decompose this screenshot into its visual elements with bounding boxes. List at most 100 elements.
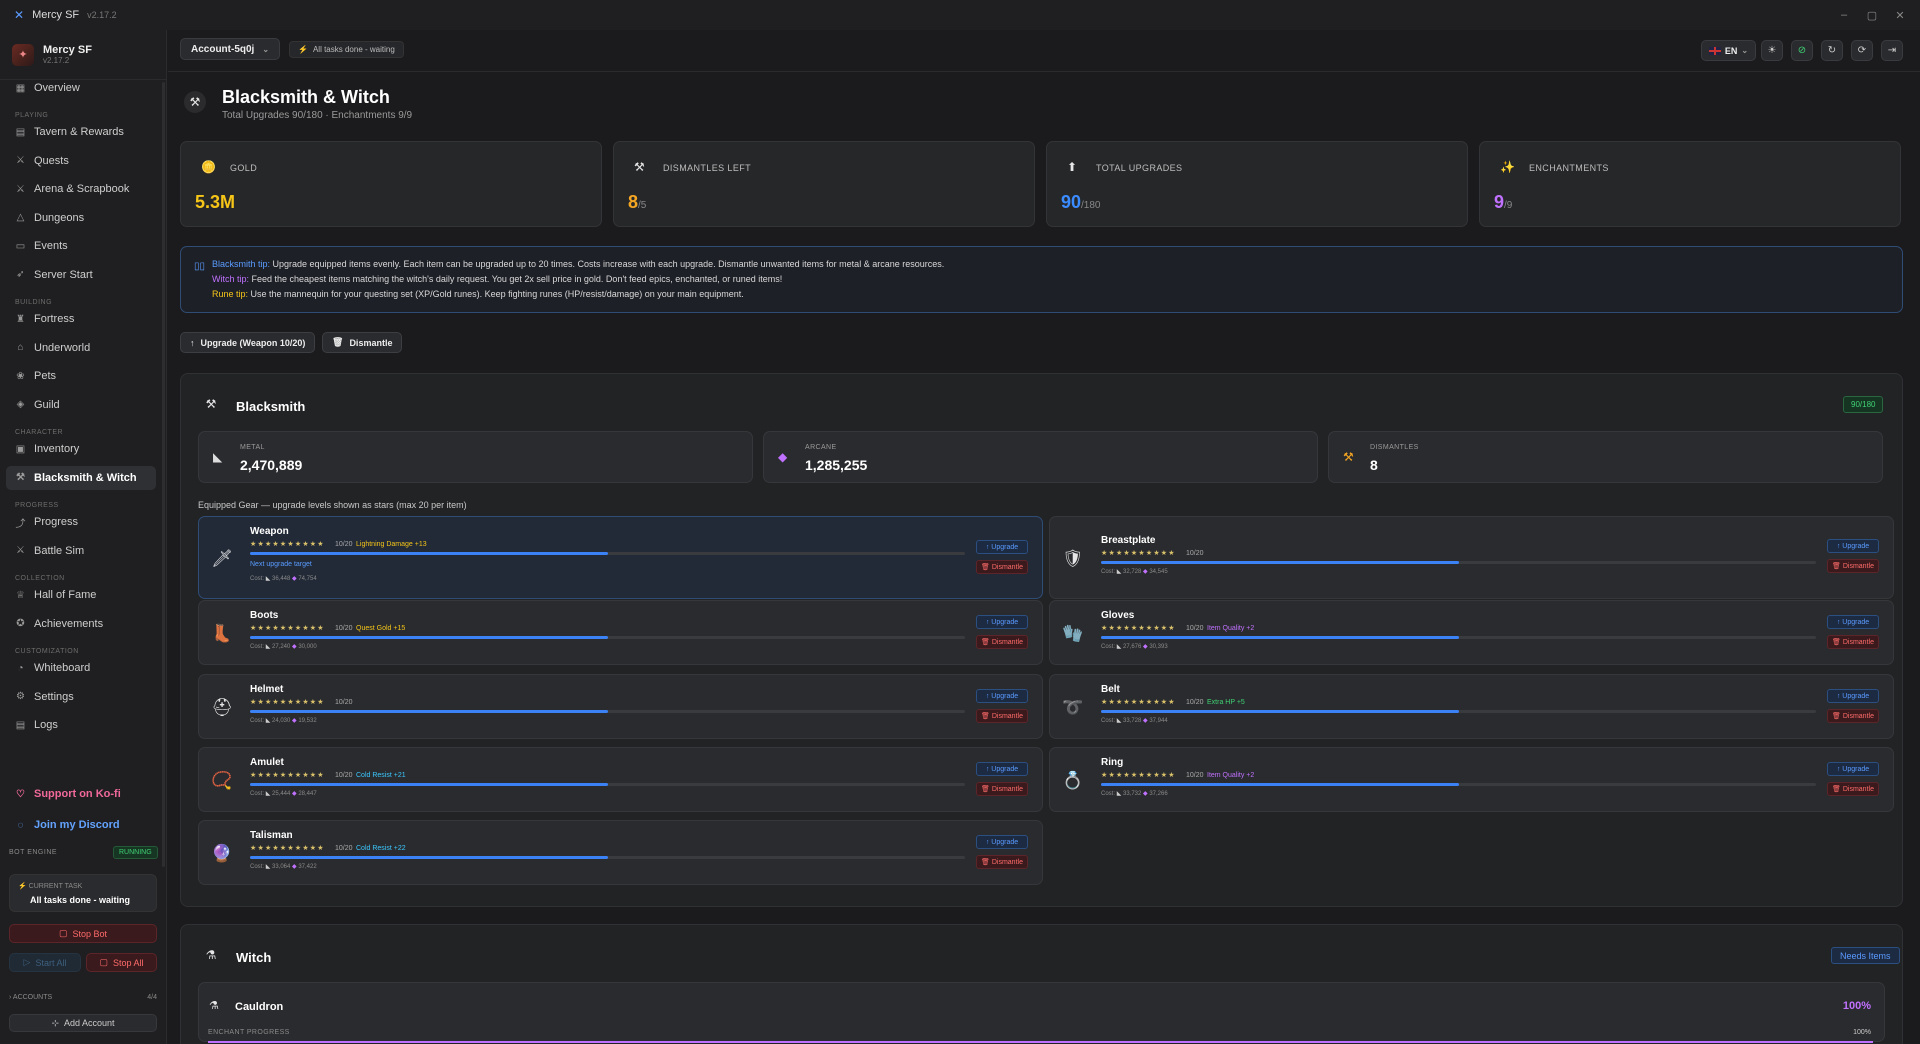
gear-item-gloves[interactable]: 🧤 Gloves ★★★★★★★★★★ 10/20 Item Quality +2 Cos… [1049, 600, 1894, 665]
metal-icon: ◣ [265, 718, 271, 724]
gear-item-breastplate[interactable]: 🛡 Breastplate ★★★★★★★★★★ 10/20 Cost: ◣ 32,72… [1049, 516, 1894, 599]
gear-item-weapon[interactable]: 🗡 Weapon ★★★★★★★★★★ 10/20 Lightning Damage +… [198, 516, 1043, 599]
stop-icon: ▢ [58, 928, 68, 938]
witch-panel: ⚗ Witch Needs Items ⚗ Cauldron 100% ENCH… [180, 924, 1903, 1044]
current-task-value: All tasks done - waiting [30, 895, 131, 905]
sidebar-item-whiteboard[interactable]: ◔ Whiteboard [6, 656, 156, 680]
support-kofi-link[interactable]: ♡ Support on Ko-fi [6, 782, 156, 806]
blacksmith-title: Blacksmith [236, 399, 306, 414]
sidebar-item-achievements[interactable]: ✪ Achievements [6, 612, 156, 636]
upgrade-item-button[interactable]: ↑ Upgrade [976, 540, 1028, 554]
minimize-button[interactable]: – [1831, 0, 1857, 30]
dismantle-item-button[interactable]: 🗑 Dismantle [976, 709, 1028, 723]
sidebar-item-underworld[interactable]: ⌂ Underworld [6, 336, 156, 360]
dismantle-item-button[interactable]: 🗑 Dismantle [976, 560, 1028, 574]
play-icon: ▷ [23, 957, 31, 967]
sidebar-item-logs[interactable]: ▤ Logs [6, 713, 156, 737]
add-account-button[interactable]: ⊹ Add Account [9, 1014, 157, 1032]
upgrade-progress-bar [1101, 710, 1816, 713]
gear-item-belt[interactable]: ➰ Belt ★★★★★★★★★★ 10/20 Extra HP +5 Cost: ◣ 3… [1049, 674, 1894, 739]
visibility-toggle-button[interactable]: ⊘ [1791, 40, 1813, 61]
enchant-progress-bar [208, 1041, 1873, 1043]
upgrade-item-button[interactable]: ↑ Upgrade [976, 615, 1028, 629]
activity-icon: ⚡ [18, 883, 27, 890]
upgrade-cost: Cost: ◣ 36,448 ◆ 74,754 [250, 576, 317, 582]
theme-toggle-button[interactable]: ☀ [1761, 40, 1783, 61]
sidebar-item-dungeons[interactable]: △ Dungeons [6, 206, 156, 230]
upgrade-item-button[interactable]: ↑ Upgrade [976, 689, 1028, 703]
dismantle-item-button[interactable]: 🗑 Dismantle [1827, 559, 1879, 573]
stop-all-button[interactable]: ▢ Stop All [86, 953, 157, 972]
account-select[interactable]: Account-5q0j ⌄ [180, 38, 281, 60]
sidebar-item-events[interactable]: ▭ Events [6, 234, 156, 258]
gear-item-talisman[interactable]: 🔮 Talisman ★★★★★★★★★★ 10/20 Cold Resist +22 C… [198, 820, 1043, 885]
upgrade-cost: Cost: ◣ 32,728 ◆ 34,545 [1101, 569, 1168, 575]
blacksmith-panel: ⚒ Blacksmith 90/180 ◣ METAL 2,470,889 ◆ ARCA… [180, 373, 1903, 907]
dismantle-item-button[interactable]: 🗑 Dismantle [976, 855, 1028, 869]
accounts-row[interactable]: › ACCOUNTS 4/4 [9, 994, 157, 1001]
sidebar-item-progress[interactable]: ⤴ Progress [6, 510, 156, 534]
refresh-button[interactable]: ↻ [1821, 40, 1843, 61]
sidebar-item-battle-sim[interactable]: ⚔ Battle Sim [6, 539, 156, 563]
gear-item-boots[interactable]: 👢 Boots ★★★★★★★★★★ 10/20 Quest Gold +15 Cost:… [198, 600, 1043, 665]
upgrade-item-button[interactable]: ↑ Upgrade [1827, 615, 1879, 629]
start-all-button[interactable]: ▷ Start All [9, 953, 81, 972]
sidebar-item-guild[interactable]: ◈ Guild [6, 393, 156, 417]
upgrade-weapon-label: Upgrade (Weapon 10/20) [200, 337, 306, 348]
upgrade-item-button[interactable]: ↑ Upgrade [1827, 689, 1879, 703]
close-window-button[interactable]: ✕ [1887, 0, 1913, 30]
sidebar-item-server-start[interactable]: ➶ Server Start [6, 263, 156, 287]
logout-button[interactable]: ⇥ [1881, 40, 1903, 61]
gear-item-amulet[interactable]: 📿 Amulet ★★★★★★★★★★ 10/20 Cold Resist +21 Cos… [198, 747, 1043, 812]
sidebar-item-arena-scrapbook[interactable]: ⚔ Arena & Scrapbook [6, 177, 156, 201]
sidebar-scrollbar[interactable] [162, 82, 165, 867]
arrow-up-icon: ⬆ [1067, 160, 1078, 174]
current-task-label: ⚡ CURRENT TASK [18, 883, 83, 890]
window-title: Mercy SF [32, 9, 80, 21]
calendar-icon: ▭ [15, 240, 26, 252]
sidebar-item-fortress[interactable]: ♜ Fortress [6, 307, 156, 331]
resource-label: DISMANTLES [1370, 444, 1419, 451]
sidebar-item-hall-of-fame[interactable]: ♕ Hall of Fame [6, 583, 156, 607]
trend-icon: ⤴ [15, 518, 26, 530]
upgrade-level: 10/20 [1186, 699, 1204, 706]
sidebar-item-blacksmith-witch[interactable]: ⚒ Blacksmith & Witch [6, 465, 156, 490]
stop-bot-button[interactable]: ▢ Stop Bot [9, 924, 157, 943]
resource-value: 1,285,255 [805, 457, 868, 473]
support-kofi-label: Support on Ko-fi [34, 788, 121, 800]
upgrade-level: 10/20 [335, 699, 353, 706]
cauldron-percent: 100% [1842, 1000, 1871, 1012]
gear-item-helmet[interactable]: ⛑ Helmet ★★★★★★★★★★ 10/20 Cost: ◣ 24,030 ◆ 1… [198, 674, 1043, 739]
sidebar-item-tavern-rewards[interactable]: ▤ Tavern & Rewards [6, 120, 156, 144]
cauldron-icon: ⚗ [205, 948, 217, 962]
dismantle-button[interactable]: 🗑 Dismantle [322, 332, 403, 353]
sidebar-item-pets[interactable]: ❀ Pets [6, 364, 156, 388]
upgrade-item-button[interactable]: ↑ Upgrade [976, 835, 1028, 849]
activity-icon: ⚡ [298, 45, 308, 54]
upgrade-item-button[interactable]: ↑ Upgrade [976, 762, 1028, 776]
language-select[interactable]: EN ⌄ [1701, 40, 1756, 61]
sidebar-item-overview[interactable]: ▦ Overview [6, 76, 156, 100]
minimize-icon: – [1840, 9, 1848, 21]
join-discord-link[interactable]: ◌ Join my Discord [6, 813, 156, 837]
gear-item-ring[interactable]: 💍 Ring ★★★★★★★★★★ 10/20 Item Quality +2 Cost:… [1049, 747, 1894, 812]
dismantle-item-button[interactable]: 🗑 Dismantle [976, 635, 1028, 649]
sidebar-item-quests[interactable]: ⚔ Quests [6, 149, 156, 173]
sync-button[interactable]: ⟳ [1851, 40, 1873, 61]
upgrade-item-button[interactable]: ↑ Upgrade [1827, 762, 1879, 776]
dismantle-item-button[interactable]: 🗑 Dismantle [1827, 635, 1879, 649]
witch-badge[interactable]: Needs Items [1831, 947, 1900, 964]
castle-icon: ♜ [16, 313, 25, 325]
upgrade-progress-fill [1101, 783, 1459, 786]
dismantle-item-button[interactable]: 🗑 Dismantle [976, 782, 1028, 796]
sidebar-item-inventory[interactable]: ▣ Inventory [6, 437, 156, 461]
stat-card-dismantles-left: ⚒ DISMANTLES LEFT 8/5 [613, 141, 1035, 227]
resource-label: ARCANE [805, 444, 837, 451]
gear-item-name: Gloves [1101, 610, 1135, 621]
sidebar-item-settings[interactable]: ⚙ Settings [6, 685, 156, 709]
upgrade-weapon-button[interactable]: ↑ Upgrade (Weapon 10/20) [180, 332, 316, 353]
maximize-button[interactable]: ▢ [1859, 0, 1885, 30]
dismantle-item-button[interactable]: 🗑 Dismantle [1827, 709, 1879, 723]
upgrade-item-button[interactable]: ↑ Upgrade [1827, 539, 1879, 553]
dismantle-item-button[interactable]: 🗑 Dismantle [1827, 782, 1879, 796]
